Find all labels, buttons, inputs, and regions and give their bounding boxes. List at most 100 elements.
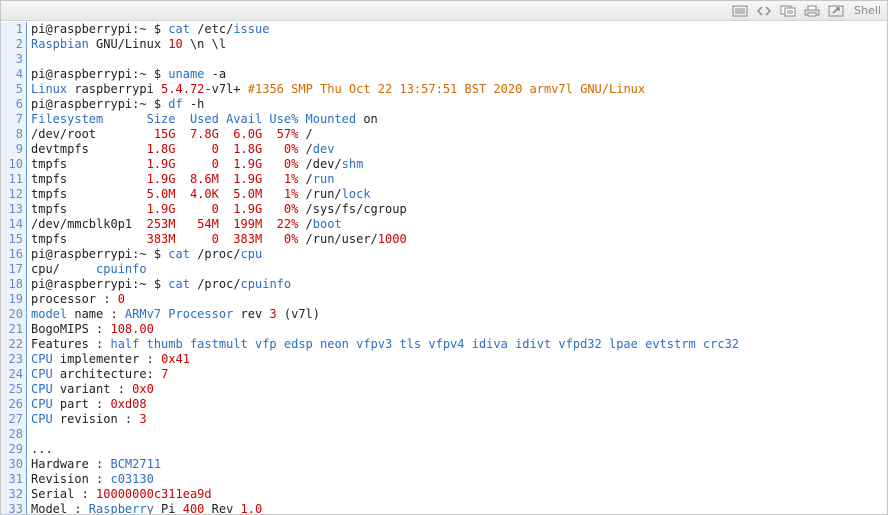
line-number: 21 [8, 322, 23, 336]
code-line: Hardware : BCM2711 [31, 457, 739, 472]
code-token: 383M 0 383M 0% [146, 232, 299, 246]
code-token: 15G 7.8G 6.0G 57% [153, 127, 299, 141]
code-token: /run/user/ [298, 232, 378, 246]
code-token: df [168, 97, 183, 111]
code-line: tmpfs 383M 0 383M 0% /run/user/1000 [31, 232, 739, 247]
code-token: 10 [168, 37, 183, 51]
code-token: on [356, 112, 378, 126]
code-token: architecture: [52, 367, 162, 381]
code-token: Model : [31, 502, 89, 515]
code-token: #1356 SMP Thu Oct 22 13:57:51 BST 2020 a… [247, 82, 646, 96]
code-line: devtmpfs 1.8G 0 1.8G 0% /dev [31, 142, 739, 157]
code-token: CPU [31, 352, 53, 366]
code-token: 1.9G 0 1.9G 0% [146, 202, 299, 216]
code-token: 108.00 [110, 322, 154, 336]
line-number: 27 [8, 412, 23, 426]
code-token: cpu/ [31, 262, 97, 276]
code-token: 253M 54M 199M 22% [146, 217, 299, 231]
code-line: CPU revision : 3 [31, 412, 739, 427]
code-token: 1000 [377, 232, 407, 246]
code-token: / [298, 172, 313, 186]
code-lines[interactable]: pi@raspberrypi:~ $ cat /etc/issue Raspbia… [27, 22, 739, 514]
line-number: 22 [8, 337, 23, 351]
line-number: 30 [8, 457, 23, 471]
code-token: revision : [52, 412, 140, 426]
code-token: /run/ [298, 187, 342, 201]
code-token: cpuinfo [96, 262, 147, 276]
code-line: BogoMIPS : 108.00 [31, 322, 739, 337]
code-token: variant : [52, 382, 133, 396]
line-number: 23 [8, 352, 23, 366]
popup-icon[interactable] [826, 4, 846, 18]
code-token: boot [312, 217, 342, 231]
code-token: tmpfs [31, 202, 147, 216]
code-line: pi@raspberrypi:~ $ df -h [31, 97, 739, 112]
code-line: processor : 0 [31, 292, 739, 307]
code-token: issue [233, 22, 270, 36]
line-number-gutter: 1 2 3 4 5 6 7 8 9 10 11 12 13 14 15 16 17 18 19 20 21 22 23 24 2… [1, 22, 27, 514]
code-token: BogoMIPS : [31, 322, 111, 336]
line-number: 8 [15, 127, 23, 141]
code-token: 3 [139, 412, 147, 426]
code-line: Serial : 10000000c311ea9d [31, 487, 739, 502]
lines-icon[interactable] [730, 4, 750, 18]
line-number: 16 [8, 247, 23, 261]
code-line: Model : Raspberry Pi 400 Rev 1.0 [31, 502, 739, 515]
code-token: 0 [117, 292, 125, 306]
code-token: pi@raspberrypi:~ $ [31, 97, 169, 111]
code-token: /dev/ [298, 157, 342, 171]
code-token: pi@raspberrypi:~ $ [31, 277, 169, 291]
code-token: 0x0 [132, 382, 154, 396]
code-token: Pi [153, 502, 183, 515]
code-line: CPU architecture: 7 [31, 367, 739, 382]
line-number: 15 [8, 232, 23, 246]
code-token: Raspberry [88, 502, 154, 515]
code-token: pi@raspberrypi:~ $ [31, 67, 169, 81]
code-line: pi@raspberrypi:~ $ cat /proc/cpuinfo [31, 277, 739, 292]
code-token: processor : [31, 292, 118, 306]
code-token: part : [52, 397, 111, 411]
line-number: 11 [8, 172, 23, 186]
line-number: 6 [15, 97, 23, 111]
code-token: shm [341, 157, 364, 171]
line-number: 2 [15, 37, 23, 51]
code-token: 0xd08 [110, 397, 147, 411]
code-line: pi@raspberrypi:~ $ cat /etc/issue [31, 22, 739, 37]
code-token: dev [312, 142, 335, 156]
code-token: uname [168, 67, 205, 81]
code-token: /sys/fs/cgroup [298, 202, 407, 216]
code-token: half thumb fastmult vfp edsp neon vfpv3 … [110, 337, 740, 351]
code-line: CPU part : 0xd08 [31, 397, 739, 412]
copy-icon[interactable] [778, 4, 798, 18]
code-token: tmpfs [31, 232, 147, 246]
code-token: ARMv7 Processor [124, 307, 234, 321]
code-line: CPU variant : 0x0 [31, 382, 739, 397]
code-token: / [298, 142, 313, 156]
code-token: name : [67, 307, 125, 321]
code-token: run [312, 172, 335, 186]
code-token: 1.9G 8.6M 1.9G 1% [146, 172, 299, 186]
code-line: cpu/ cpuinfo [31, 262, 739, 277]
code-token: / [298, 217, 313, 231]
code-token: pi@raspberrypi:~ $ [31, 247, 169, 261]
code-token: 3 [269, 307, 277, 321]
line-number: 18 [8, 277, 23, 291]
code-token: tmpfs [31, 172, 147, 186]
line-number: 10 [8, 157, 23, 171]
code-line: tmpfs 1.9G 0 1.9G 0% /dev/shm [31, 157, 739, 172]
line-number: 9 [15, 142, 23, 156]
code-token: / [298, 127, 313, 141]
line-number: 25 [8, 382, 23, 396]
code-token: Serial : [31, 487, 97, 501]
code-token: 5.4.72 [161, 82, 205, 96]
print-icon[interactable] [802, 4, 822, 18]
code-token: Rev [204, 502, 241, 515]
line-number: 1 [15, 22, 23, 36]
code-line: tmpfs 1.9G 0 1.9G 0% /sys/fs/cgroup [31, 202, 739, 217]
code-icon[interactable] [754, 4, 774, 18]
line-number: 24 [8, 367, 23, 381]
line-number: 4 [15, 67, 23, 81]
line-number: 17 [8, 262, 23, 276]
